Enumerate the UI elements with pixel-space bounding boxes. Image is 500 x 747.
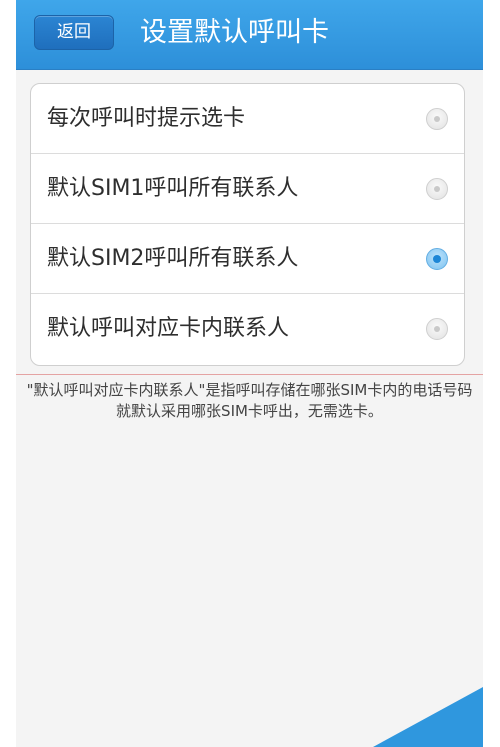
corner-decoration xyxy=(373,687,483,747)
radio-button[interactable] xyxy=(426,178,448,200)
radio-button[interactable] xyxy=(426,108,448,130)
option-label: 默认呼叫对应卡内联系人 xyxy=(47,316,290,341)
page-title: 设置默认呼叫卡 xyxy=(140,17,329,48)
radio-button[interactable] xyxy=(426,318,448,340)
back-button[interactable]: 返回 xyxy=(34,15,114,50)
divider xyxy=(16,374,483,375)
option-prompt-each-call[interactable]: 每次呼叫时提示选卡 xyxy=(31,84,464,154)
radio-button[interactable] xyxy=(426,248,448,270)
option-sim1-all[interactable]: 默认SIM1呼叫所有联系人 xyxy=(31,154,464,224)
option-card-contacts[interactable]: 默认呼叫对应卡内联系人 xyxy=(31,294,464,364)
option-label: 默认SIM1呼叫所有联系人 xyxy=(47,176,299,201)
title-bar: 返回 设置默认呼叫卡 xyxy=(16,0,483,70)
option-label: 每次呼叫时提示选卡 xyxy=(47,106,246,131)
option-label: 默认SIM2呼叫所有联系人 xyxy=(47,246,299,271)
default-card-options: 每次呼叫时提示选卡 默认SIM1呼叫所有联系人 默认SIM2呼叫所有联系人 默认… xyxy=(30,83,465,366)
description-text: "默认呼叫对应卡内联系人"是指呼叫存储在哪张SIM卡内的电话号码就默认采用哪张S… xyxy=(26,381,473,420)
settings-screen: 返回 设置默认呼叫卡 每次呼叫时提示选卡 默认SIM1呼叫所有联系人 默认SIM… xyxy=(16,0,483,747)
option-sim2-all[interactable]: 默认SIM2呼叫所有联系人 xyxy=(31,224,464,294)
